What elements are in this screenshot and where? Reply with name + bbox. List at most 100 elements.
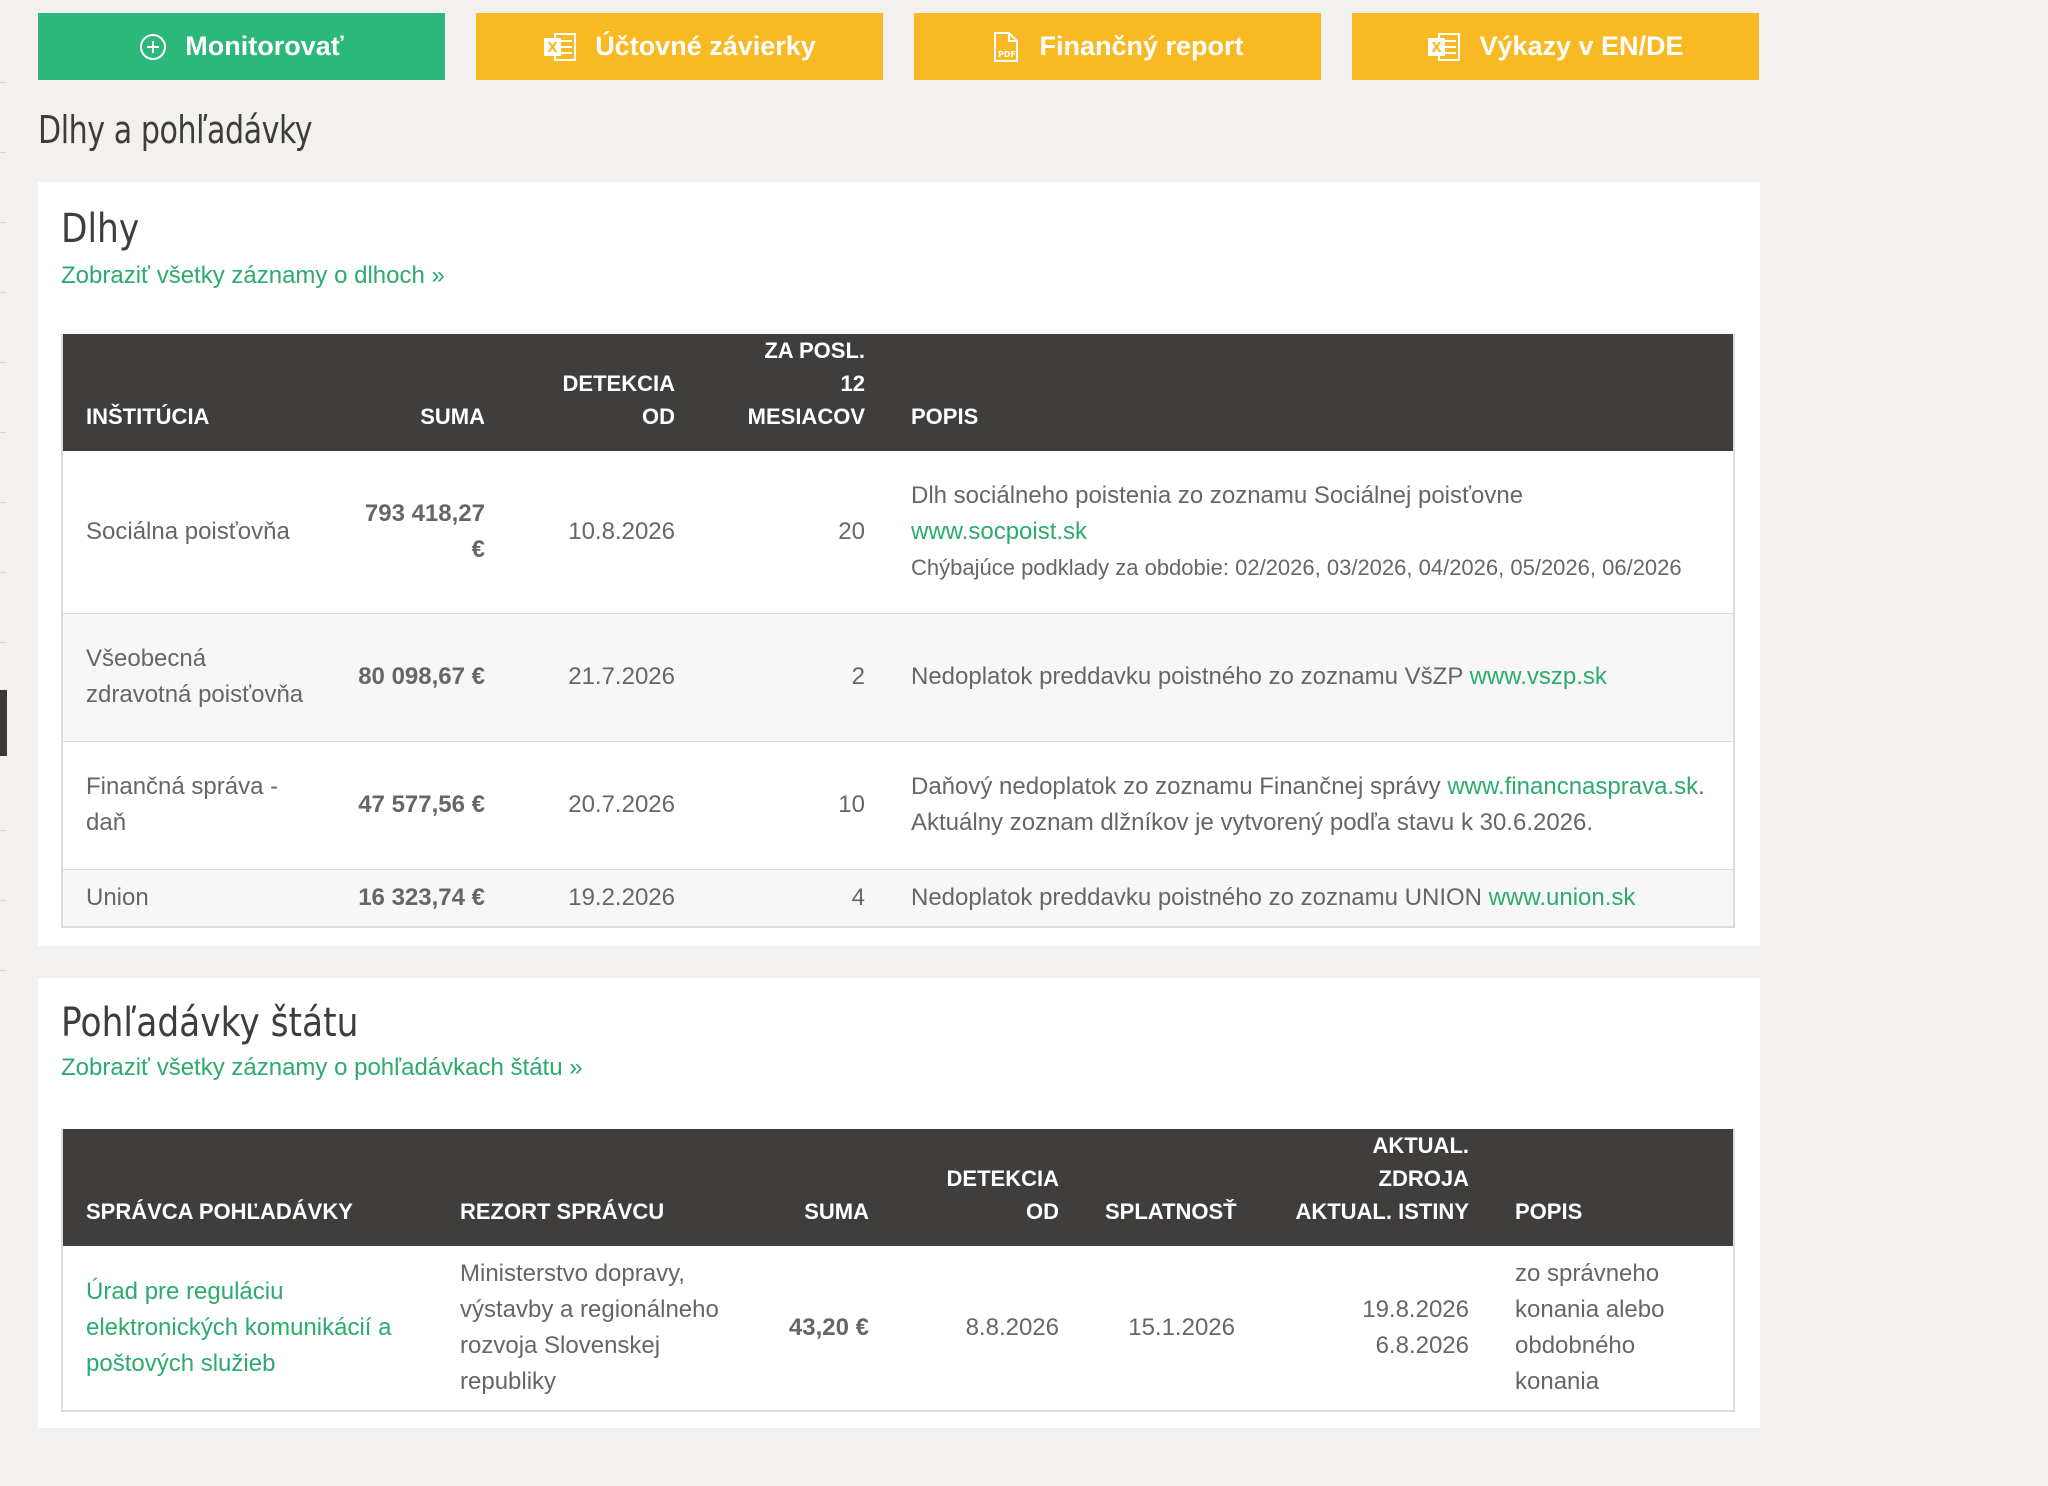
- description-text: Nedoplatok preddavku poistného zo zoznam…: [911, 663, 1463, 690]
- financial-report-button[interactable]: PDF Finančný report: [914, 13, 1321, 80]
- edge-tick: [0, 502, 6, 503]
- col-last-12-months[interactable]: ZA POSL. 12 MESIACOV: [698, 334, 888, 451]
- cell-administrator: Úrad pre reguláciu elektronických komuni…: [62, 1246, 437, 1411]
- debts-table: INŠTITÚCIA SUMA DETEKCIA OD ZA POSL. 12 M…: [61, 334, 1735, 928]
- show-all-debts-link[interactable]: Zobraziť všetky záznamy o dlhoch »: [61, 262, 445, 290]
- description-text: Dlh sociálneho poistenia zo zoznamu Soci…: [911, 481, 1524, 509]
- cell-detected: 20.7.2026: [508, 740, 698, 869]
- cell-institution: Finančná správa - daň: [62, 740, 328, 869]
- col-update[interactable]: AKTUAL. ZDROJA AKTUAL. ISTINY: [1258, 1129, 1492, 1246]
- excel-file-icon: X: [1427, 31, 1461, 63]
- show-all-claims-link[interactable]: Zobraziť všetky záznamy o pohľadávkach š…: [61, 1054, 583, 1082]
- edge-tick: [0, 572, 6, 573]
- svg-text:PDF: PDF: [999, 50, 1017, 59]
- cell-detected: 8.8.2026: [965, 1314, 1059, 1341]
- table-row: Úrad pre reguláciu elektronických komuni…: [62, 1246, 1734, 1411]
- col-last-12-line1: ZA POSL.: [764, 338, 865, 363]
- edge-tick: [0, 900, 6, 901]
- description-text: Nedoplatok preddavku poistného zo zoznam…: [911, 883, 1482, 911]
- cell-last-12: 2: [698, 612, 888, 741]
- table-row: Finančná správa - daň 47 577,56 € 20.7.2…: [62, 740, 1734, 869]
- edge-tick: [0, 292, 6, 293]
- debts-card: Dlhy Zobraziť všetky záznamy o dlhoch » …: [38, 182, 1760, 946]
- claims-table-header: SPRÁVCA POHĽADÁVKY REZORT SPRÁVCU SUMA D…: [62, 1129, 1734, 1246]
- reports-en-de-button[interactable]: X Výkazy v EN/DE: [1352, 13, 1759, 80]
- cell-update: 19.8.2026 6.8.2026: [1258, 1246, 1492, 1411]
- col-update-source: AKTUAL. ZDROJA: [1372, 1133, 1469, 1191]
- state-claims-title: Pohľadávky štátu: [61, 1000, 359, 1046]
- cell-last-12: 10: [698, 740, 888, 869]
- cell-description: zo správneho konania alebo obdobného kon…: [1515, 1260, 1665, 1395]
- plus-circle-icon: [139, 33, 167, 61]
- update-principal-date: 6.8.2026: [1375, 1332, 1469, 1359]
- cell-last-12: 20: [838, 517, 865, 545]
- sidebar-edge: [0, 690, 7, 756]
- col-detected[interactable]: DETEKCIA OD: [892, 1129, 1082, 1246]
- col-amount[interactable]: SUMA: [757, 1129, 892, 1246]
- excel-file-icon: X: [543, 31, 577, 63]
- col-detected[interactable]: DETEKCIA OD: [508, 334, 698, 451]
- col-ministry[interactable]: REZORT SPRÁVCU: [437, 1129, 757, 1246]
- union-link[interactable]: www.union.sk: [1489, 884, 1636, 911]
- pdf-file-icon: PDF: [991, 31, 1021, 63]
- col-update-principal: AKTUAL. ISTINY: [1295, 1199, 1469, 1224]
- cell-description: Nedoplatok preddavku poistného zo zoznam…: [888, 612, 1734, 741]
- debts-title: Dlhy: [61, 206, 140, 252]
- administrator-link[interactable]: Úrad pre reguláciu elektronických komuni…: [86, 1278, 391, 1377]
- cell-description: Nedoplatok preddavku poistného zo zoznam…: [888, 868, 1734, 927]
- col-institution[interactable]: INŠTITÚCIA: [62, 334, 328, 451]
- cell-detected: 21.7.2026: [508, 612, 698, 741]
- action-toolbar: Monitorovať X Účtovné závierky PDF Finan…: [38, 13, 1760, 80]
- update-source-date: 19.8.2026: [1362, 1296, 1469, 1323]
- cell-detected: 10.8.2026: [568, 517, 675, 545]
- debts-table-header: INŠTITÚCIA SUMA DETEKCIA OD ZA POSL. 12 M…: [62, 334, 1734, 451]
- reports-en-de-label: Výkazy v EN/DE: [1479, 31, 1684, 61]
- svg-text:X: X: [1432, 41, 1442, 56]
- edge-tick: [0, 432, 6, 433]
- cell-last-12: 4: [698, 868, 888, 927]
- cell-detected: 19.2.2026: [508, 868, 698, 927]
- edge-tick: [0, 970, 6, 971]
- col-description[interactable]: POPIS: [1492, 1129, 1734, 1246]
- table-row: Union 16 323,74 € 19.2.2026 4 Nedoplatok…: [62, 868, 1734, 927]
- edge-tick: [0, 642, 6, 643]
- col-administrator[interactable]: SPRÁVCA POHĽADÁVKY: [62, 1129, 437, 1246]
- cell-due-date: 15.1.2026: [1128, 1314, 1235, 1341]
- missing-documents-note: Chýbajúce podklady za obdobie: 02/2026, …: [911, 554, 1682, 580]
- edge-tick: [0, 152, 6, 153]
- cell-description: Dlh sociálneho poistenia zo zoznamu Soci…: [888, 451, 1734, 613]
- edge-tick: [0, 362, 6, 363]
- cell-amount: 16 323,74 €: [328, 868, 508, 927]
- monitor-button-label: Monitorovať: [185, 31, 344, 61]
- cell-description: Daňový nedoplatok zo zoznamu Finančnej s…: [888, 740, 1734, 869]
- state-claims-table: SPRÁVCA POHĽADÁVKY REZORT SPRÁVCU SUMA D…: [61, 1129, 1735, 1412]
- financial-statements-button[interactable]: X Účtovné závierky: [476, 13, 883, 80]
- col-amount[interactable]: SUMA: [328, 334, 508, 451]
- cell-institution: Všeobecná zdravotná poisťovňa: [62, 612, 328, 741]
- vszp-link[interactable]: www.vszp.sk: [1470, 663, 1607, 690]
- edge-tick: [0, 82, 6, 83]
- cell-amount: 47 577,56 €: [328, 740, 508, 869]
- edge-tick: [0, 830, 6, 831]
- cell-amount: 80 098,67 €: [328, 612, 508, 741]
- financnasprava-link[interactable]: www.financnasprava.sk: [1447, 773, 1698, 800]
- edge-tick: [0, 222, 6, 223]
- svg-text:X: X: [548, 41, 558, 56]
- cell-institution: Sociálna poisťovňa: [86, 517, 290, 545]
- col-description[interactable]: POPIS: [888, 334, 1734, 451]
- cell-ministry: Ministerstvo dopravy, výstavby a regioná…: [460, 1260, 719, 1395]
- cell-amount: 793 418,27 €: [364, 499, 485, 563]
- socpoist-link[interactable]: www.socpoist.sk: [911, 518, 1087, 545]
- description-text: Daňový nedoplatok zo zoznamu Finančnej s…: [911, 773, 1441, 800]
- state-claims-card: Pohľadávky štátu Zobraziť všetky záznamy…: [38, 978, 1760, 1428]
- table-row: Sociálna poisťovňa 793 418,27 € 10.8.202…: [62, 451, 1734, 613]
- cell-institution: Union: [62, 868, 328, 927]
- col-due-date[interactable]: SPLATNOSŤ: [1082, 1129, 1258, 1246]
- col-last-12-line2: 12 MESIACOV: [747, 371, 865, 429]
- cell-amount: 43,20 €: [788, 1314, 869, 1341]
- table-row: Všeobecná zdravotná poisťovňa 80 098,67 …: [62, 612, 1734, 741]
- monitor-button[interactable]: Monitorovať: [38, 13, 445, 80]
- financial-statements-label: Účtovné závierky: [595, 31, 816, 61]
- page-title: Dlhy a pohľadávky: [38, 108, 313, 152]
- financial-report-label: Finančný report: [1039, 31, 1244, 61]
